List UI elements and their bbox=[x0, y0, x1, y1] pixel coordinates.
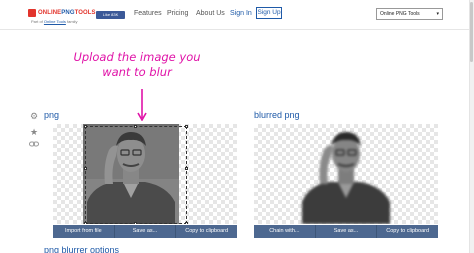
save-as-button[interactable]: Save as... bbox=[316, 225, 378, 238]
family-note: Part of Online Tools family bbox=[31, 19, 78, 24]
chevron-down-icon: ▾ bbox=[436, 11, 439, 17]
blurred-portrait-image bbox=[302, 132, 390, 224]
chain-with-button[interactable]: Chain with... bbox=[254, 225, 316, 238]
save-as-button[interactable]: Save as... bbox=[115, 225, 177, 238]
output-toolbar: Chain with... Save as... Copy to clipboa… bbox=[254, 225, 438, 238]
input-toolbar: Import from file Save as... Copy to clip… bbox=[53, 225, 237, 238]
copy-to-clipboard-button[interactable]: Copy to clipboard bbox=[176, 225, 237, 238]
resize-handle[interactable] bbox=[185, 125, 188, 128]
nav-about-us[interactable]: About Us bbox=[196, 10, 225, 17]
import-from-file-button[interactable]: Import from file bbox=[53, 225, 115, 238]
resize-handle[interactable] bbox=[84, 167, 87, 170]
crop-selection-box[interactable] bbox=[84, 125, 188, 224]
gear-icon[interactable]: ⚙ bbox=[29, 111, 39, 121]
family-link[interactable]: Online Tools bbox=[44, 19, 66, 24]
resize-handle[interactable] bbox=[84, 125, 87, 128]
logo-text: ONLINEPNGTOOLS bbox=[38, 10, 96, 16]
options-heading: png blurrer options bbox=[44, 245, 120, 253]
resize-handle[interactable] bbox=[84, 222, 87, 224]
facebook-like-button[interactable]: Like 83K bbox=[96, 11, 125, 19]
resize-handle[interactable] bbox=[134, 222, 137, 224]
input-panel-title: png bbox=[44, 110, 60, 120]
nav-sign-in[interactable]: Sign In bbox=[230, 10, 252, 17]
logo-icon bbox=[28, 9, 36, 17]
resize-handle[interactable] bbox=[185, 222, 188, 224]
copy-to-clipboard-button[interactable]: Copy to clipboard bbox=[377, 225, 438, 238]
site-logo[interactable]: ONLINEPNGTOOLS bbox=[28, 9, 96, 17]
tool-select[interactable]: Online PNG Tools ▾ bbox=[376, 8, 443, 20]
upload-annotation: Upload the image you want to blur bbox=[73, 50, 201, 79]
nav-pricing[interactable]: Pricing bbox=[167, 10, 188, 17]
star-icon[interactable]: ★ bbox=[29, 127, 39, 137]
nav-features[interactable]: Features bbox=[134, 10, 162, 17]
input-image-area[interactable] bbox=[53, 124, 237, 224]
resize-handle[interactable] bbox=[134, 125, 137, 128]
sign-up-button[interactable]: Sign Up bbox=[256, 7, 282, 19]
scrollbar-thumb[interactable] bbox=[470, 2, 473, 62]
link-icon[interactable] bbox=[29, 140, 39, 150]
output-image-area bbox=[254, 124, 438, 224]
output-panel-title: blurred png bbox=[254, 110, 300, 120]
top-bar: ONLINEPNGTOOLS Part of Online Tools fami… bbox=[0, 0, 474, 30]
resize-handle[interactable] bbox=[185, 167, 188, 170]
annotation-arrow-icon bbox=[137, 89, 147, 121]
